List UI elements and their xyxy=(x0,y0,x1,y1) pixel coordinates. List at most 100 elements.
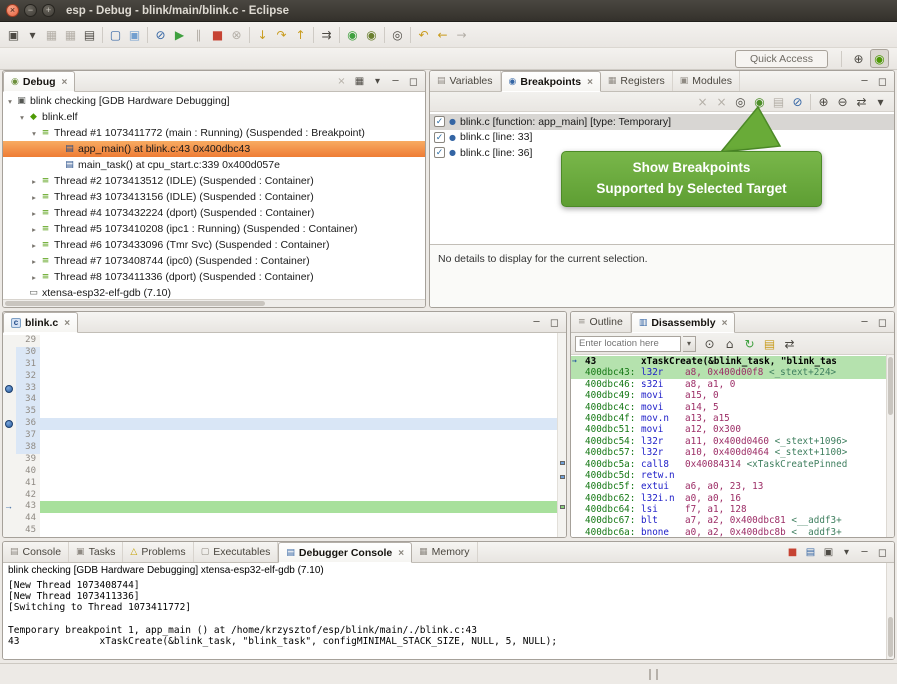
code-text[interactable]: void app_main() xyxy=(40,478,557,490)
disassembly-gutter[interactable] xyxy=(571,459,583,470)
tab-problems[interactable]: △ Problems xyxy=(123,542,193,562)
disassembly-gutter[interactable] xyxy=(571,367,583,378)
code-text[interactable]: while(1) { xyxy=(40,359,557,371)
code-line[interactable]: 41 void app_main() xyxy=(3,478,557,490)
disassembly-line[interactable]: 43 xTaskCreate(&blink_task, "blink_tas xyxy=(571,356,894,367)
breakpoint-gutter[interactable] xyxy=(3,383,16,395)
expander-icon[interactable]: ▾ xyxy=(29,129,39,138)
skip-all-breakpoints-icon[interactable]: ⊘ xyxy=(788,92,807,111)
maximize-icon[interactable] xyxy=(874,314,891,331)
refresh-icon[interactable]: ↻ xyxy=(740,334,759,353)
code-text[interactable]: gpio_set_level(BLINK_GPIO, 1); xyxy=(40,418,557,430)
terminate-icon[interactable]: ■ xyxy=(208,25,227,44)
location-input[interactable] xyxy=(575,336,681,352)
tab-memory[interactable]: ▦ Memory xyxy=(412,542,477,562)
code-line[interactable]: 34 vTaskDelay(1000 / portTICK_PERIOD_MS)… xyxy=(3,394,557,406)
code-text[interactable] xyxy=(40,466,557,478)
tab-breakpoints[interactable]: ◉ Breakpoints xyxy=(501,71,601,92)
disassembly-gutter[interactable] xyxy=(571,379,583,390)
vertical-scrollbar[interactable] xyxy=(886,563,894,659)
debug-tree-item[interactable]: ▭ xtensa-esp32-elf-gdb (7.10) xyxy=(3,285,425,299)
close-icon[interactable] xyxy=(585,76,593,88)
expander-icon[interactable]: ▸ xyxy=(29,225,39,234)
overview-breakpoint-marker[interactable] xyxy=(560,475,565,479)
disassembly-gutter[interactable] xyxy=(571,481,583,492)
tab-debugger-console[interactable]: ▤ Debugger Console xyxy=(278,542,412,563)
debug-perspective-icon[interactable]: ◉ xyxy=(870,49,889,68)
debug-tree-item[interactable]: ▸ ≡ Thread #6 1073433096 (Tmr Svc) (Susp… xyxy=(3,237,425,253)
open-perspective-icon[interactable]: ⊕ xyxy=(849,49,868,68)
code-line[interactable]: 37 vTaskDelay(1000 / portTICK_PERIOD_MS)… xyxy=(3,430,557,442)
minimize-icon[interactable] xyxy=(856,73,873,90)
disassembly-gutter[interactable] xyxy=(571,402,583,413)
breakpoint-gutter[interactable] xyxy=(3,513,16,525)
disassembly-gutter[interactable] xyxy=(571,424,583,435)
tab-modules[interactable]: ▣ Modules xyxy=(673,71,740,91)
expander-icon[interactable]: ▾ xyxy=(17,113,27,122)
breakpoint-item[interactable]: ● blink.c [line: 33] xyxy=(430,130,894,146)
breakpoint-gutter[interactable] xyxy=(3,501,16,513)
debug-tree-item[interactable]: ▤ main_task() at cpu_start.c:339 0x400d0… xyxy=(3,157,425,173)
code-text[interactable]: } xyxy=(40,442,557,454)
code-text[interactable]: /* Blink on (output high) */ xyxy=(40,406,557,418)
debug-tree-item[interactable]: ▸ ≡ Thread #5 1073410208 (ipc1 : Running… xyxy=(3,221,425,237)
breakpoint-gutter[interactable] xyxy=(3,430,16,442)
breakpoint-gutter[interactable] xyxy=(3,525,16,537)
disassembly-gutter[interactable] xyxy=(571,436,583,447)
breakpoint-gutter[interactable] xyxy=(3,335,16,347)
code-line[interactable]: 39 } xyxy=(3,454,557,466)
link-with-debug-icon[interactable]: ⇄ xyxy=(852,92,871,111)
breakpoint-gutter[interactable] xyxy=(3,442,16,454)
code-text[interactable]: gpio_set_direction(BLINK_GPIO, GPIO_MODE… xyxy=(40,347,557,359)
code-text[interactable]: } xyxy=(40,454,557,466)
expander-icon[interactable]: ▸ xyxy=(29,177,39,186)
breakpoint-gutter[interactable] xyxy=(3,466,16,478)
suspend-icon[interactable]: ∥ xyxy=(189,25,208,44)
breakpoint-gutter[interactable] xyxy=(3,490,16,502)
new-c-project-icon[interactable]: ▣ xyxy=(125,25,144,44)
code-text[interactable]: vTaskDelay(1000 / portTICK_PERIOD_MS); xyxy=(40,430,557,442)
disassembly-gutter[interactable] xyxy=(571,470,583,481)
forward-icon[interactable]: → xyxy=(452,25,471,44)
tab-disassembly[interactable]: ▥ Disassembly xyxy=(631,312,736,333)
window-close-button[interactable]: × xyxy=(6,4,19,17)
code-text[interactable]: xTaskCreate(&blink_task, "blink_task", c… xyxy=(40,501,557,513)
minimize-icon[interactable] xyxy=(387,73,404,90)
last-edit-location-icon[interactable]: ↶ xyxy=(414,25,433,44)
maximize-icon[interactable] xyxy=(874,544,891,561)
home-icon[interactable]: ⌂ xyxy=(720,334,739,353)
step-return-icon[interactable]: ↑ xyxy=(291,25,310,44)
code-line[interactable]: 31 while(1) { xyxy=(3,359,557,371)
debug-tree-item[interactable]: ▸ ≡ Thread #3 1073413156 (IDLE) (Suspend… xyxy=(3,189,425,205)
code-line[interactable]: 32 /* Blink off (output low) */ xyxy=(3,371,557,383)
breakpoint-checkbox[interactable] xyxy=(434,132,445,143)
print-icon[interactable]: ▤ xyxy=(80,25,99,44)
breakpoint-gutter[interactable] xyxy=(3,406,16,418)
run-icon[interactable]: ◉ xyxy=(343,25,362,44)
expand-all-icon[interactable]: ⊕ xyxy=(814,92,833,111)
scrollbar-thumb[interactable] xyxy=(888,617,893,657)
code-text[interactable] xyxy=(40,525,557,537)
search-icon[interactable]: ◎ xyxy=(388,25,407,44)
code-line[interactable]: 40 xyxy=(3,466,557,478)
save-all-icon[interactable]: ▦ xyxy=(61,25,80,44)
code-text[interactable]: gpio_set_level(BLINK_GPIO, 0); xyxy=(40,383,557,395)
back-icon[interactable]: ← xyxy=(433,25,452,44)
maximize-icon[interactable] xyxy=(546,314,563,331)
minimize-icon[interactable] xyxy=(856,544,873,561)
disassembly-gutter[interactable] xyxy=(571,413,583,424)
overview-ruler[interactable] xyxy=(557,333,566,537)
window-minimize-button[interactable]: − xyxy=(24,4,37,17)
window-maximize-button[interactable]: + xyxy=(42,4,55,17)
code-line[interactable]: 43 xTaskCreate(&blink_task, "blink_task"… xyxy=(3,501,557,513)
horizontal-scrollbar[interactable] xyxy=(3,299,425,307)
disconnect-icon[interactable]: ⊗ xyxy=(227,25,246,44)
code-line[interactable]: 35 /* Blink on (output high) */ xyxy=(3,406,557,418)
new-wizard-dropdown-icon[interactable]: ▾ xyxy=(23,25,42,44)
debug-tree-item[interactable]: ▤ app_main() at blink.c:43 0x400dbc43 xyxy=(3,141,425,157)
open-console-dropdown-icon[interactable]: ▾ xyxy=(838,544,855,561)
expander-icon[interactable]: ▸ xyxy=(29,241,39,250)
tab-debug[interactable]: ◉ Debug xyxy=(3,71,75,92)
new-wizard-icon[interactable]: ▣ xyxy=(4,25,23,44)
track-expression-icon[interactable]: ⇄ xyxy=(780,334,799,353)
